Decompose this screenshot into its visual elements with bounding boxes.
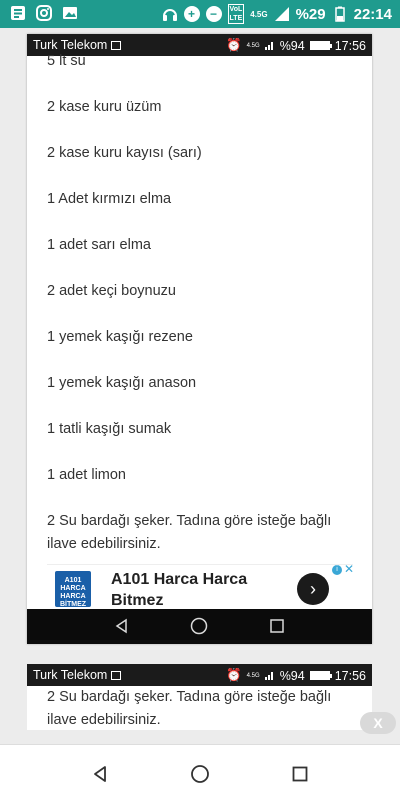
list-item: 1 adet limon bbox=[47, 467, 126, 483]
sugar-line-1: 2 Su bardağı şeker. Tadına göre isteğe b… bbox=[47, 689, 332, 705]
sugar-line-1: 2 Su bardağı şeker. Tadına göre isteğe b… bbox=[47, 513, 332, 529]
inner-network-2: 4.5G bbox=[246, 672, 260, 679]
data-saver-icon: + bbox=[183, 6, 200, 22]
ad-open-button[interactable]: › bbox=[297, 573, 329, 605]
back-icon[interactable] bbox=[89, 763, 111, 785]
inner-status-right-2: ⏰ 4.5G %94 17:56 bbox=[226, 668, 366, 683]
inner-back-icon bbox=[112, 616, 132, 636]
network-type: 4.5G bbox=[250, 9, 268, 19]
sugar-line-2: ilave edebilirsiniz. bbox=[47, 712, 161, 728]
inner-clock-2: 17:56 bbox=[334, 668, 366, 683]
recents-icon[interactable] bbox=[289, 763, 311, 785]
list-item: 2 kase kuru üzüm bbox=[47, 99, 162, 115]
inner-battery-icon bbox=[309, 671, 332, 680]
home-icon[interactable] bbox=[189, 763, 211, 785]
screenshot-card-2[interactable]: Turk Telekom ⏰ 4.5G %94 17:56 2 Su barda… bbox=[27, 664, 372, 730]
inner-home-icon bbox=[189, 616, 209, 636]
do-not-disturb-icon: − bbox=[205, 6, 222, 22]
ad-banner[interactable]: A101 HARCA HARCA BİTMEZ A101 Harca Harca… bbox=[47, 562, 354, 611]
dismiss-button[interactable]: X bbox=[360, 712, 396, 734]
ad-info-icon[interactable]: i bbox=[332, 565, 342, 575]
list-item: 1 yemek kaşığı anason bbox=[47, 375, 197, 391]
headphones-icon bbox=[162, 6, 178, 22]
ad-logo: A101 HARCA HARCA BİTMEZ bbox=[55, 571, 91, 608]
alarm-icon: ⏰ bbox=[226, 668, 242, 682]
list-item: 2 adet keçi boynuzu bbox=[47, 283, 176, 299]
list-item: 1 Adet kırmızı elma bbox=[47, 191, 172, 207]
list-item: 1 adet sarı elma bbox=[47, 237, 151, 253]
inner-battery-icon bbox=[309, 41, 332, 50]
sugar-line-2: ilave edebilirsiniz. bbox=[47, 536, 161, 552]
gallery-icon bbox=[62, 5, 78, 21]
image-icon bbox=[111, 670, 122, 680]
status-bar: + − VoL LTE 4.5G %29 22:14 bbox=[0, 0, 400, 28]
inner-nav-bar bbox=[27, 609, 372, 644]
list-item: 2 kase kuru kayısı (sarı) bbox=[47, 145, 202, 161]
list-item: 5 lt su bbox=[47, 53, 86, 69]
inner-battery-percent-2: %94 bbox=[279, 668, 305, 683]
inner-clock: 17:56 bbox=[334, 38, 366, 53]
alarm-icon: ⏰ bbox=[226, 38, 242, 52]
battery-percent: %29 bbox=[295, 5, 326, 23]
clock: 22:14 bbox=[353, 5, 392, 23]
inner-signal-icon bbox=[264, 39, 275, 53]
recipe-snippet: 2 Su bardağı şeker. Tadına göre isteğe b… bbox=[47, 686, 331, 730]
ad-title[interactable]: A101 Harca Harca Bitmez bbox=[111, 569, 261, 611]
system-nav-bar bbox=[0, 744, 400, 800]
image-icon bbox=[111, 40, 122, 50]
notification-icon bbox=[10, 5, 26, 21]
carrier-2: Turk Telekom bbox=[33, 668, 122, 682]
inner-network: 4.5G bbox=[246, 42, 260, 49]
lte-icon: VoL LTE bbox=[227, 4, 245, 24]
carrier-name-2: Turk Telekom bbox=[33, 668, 108, 682]
inner-recents-icon bbox=[267, 616, 287, 636]
list-item: 1 yemek kaşığı rezene bbox=[47, 329, 193, 345]
inner-battery-percent: %94 bbox=[279, 38, 305, 53]
status-right: + − VoL LTE 4.5G %29 22:14 bbox=[162, 4, 392, 24]
battery-icon bbox=[332, 6, 348, 22]
signal-icon bbox=[274, 6, 290, 22]
ad-close-icon[interactable]: ✕ bbox=[344, 562, 354, 576]
list-item: 1 tatli kaşığı sumak bbox=[47, 421, 172, 437]
inner-signal-icon bbox=[264, 669, 275, 683]
inner-status-right: ⏰ 4.5G %94 17:56 bbox=[226, 38, 366, 53]
instagram-icon bbox=[36, 5, 52, 21]
notification-icons bbox=[10, 5, 78, 21]
inner-status-bar-2: Turk Telekom ⏰ 4.5G %94 17:56 bbox=[27, 664, 372, 686]
screenshot-card[interactable]: Turk Telekom ⏰ 4.5G %94 17:56 5 lt su 2 … bbox=[27, 34, 372, 644]
